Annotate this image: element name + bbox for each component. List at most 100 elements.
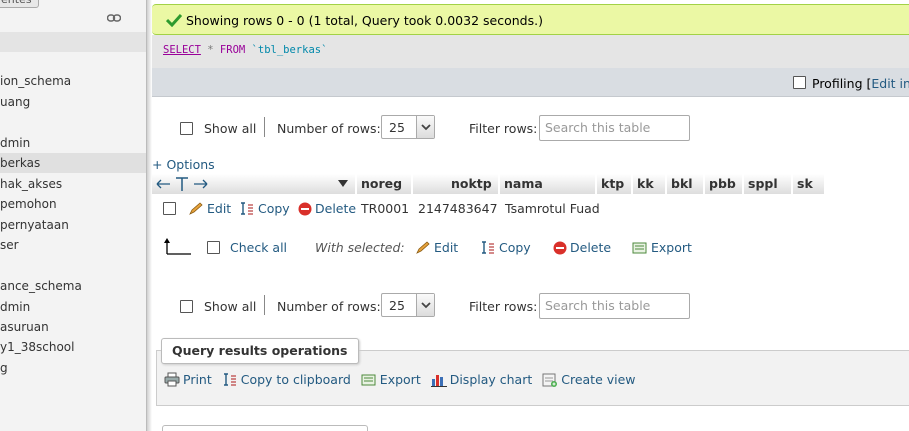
column-header-bkl[interactable]: bkl: [667, 174, 704, 194]
export-link[interactable]: Export: [361, 372, 425, 387]
rows-per-page-value: 25: [389, 120, 405, 135]
copy-icon: [223, 373, 236, 386]
chevron-down-icon[interactable]: [416, 294, 434, 316]
copy-icon: [241, 202, 253, 215]
sidebar-item-table[interactable]: dmin: [0, 133, 146, 153]
create-view-link[interactable]: Create view: [542, 372, 636, 387]
check-all-label[interactable]: Check all: [230, 240, 287, 255]
display-chart-link[interactable]: Display chart: [430, 372, 537, 387]
cell-noktp[interactable]: 2147483647: [418, 201, 498, 216]
column-header-sk[interactable]: sk: [793, 174, 825, 194]
filter-rows-label: Filter rows:: [469, 121, 538, 136]
row-delete-button[interactable]: Delete: [298, 201, 356, 216]
column-header-ktp[interactable]: ktp: [597, 174, 632, 194]
delete-icon: [298, 202, 312, 216]
printer-icon: [164, 372, 180, 387]
print-link[interactable]: Print: [164, 372, 216, 387]
rows-per-page-select[interactable]: 25: [381, 115, 435, 139]
table-row: Edit Copy Delete TR0001 2147483647 Tsamr…: [152, 197, 612, 221]
profiling-label: Profiling [Edit inli: [812, 76, 909, 91]
sidebar-item-table[interactable]: pernyataan: [0, 215, 146, 235]
sql-table-name: `tbl_berkas`: [251, 44, 328, 56]
query-results-operations-links: Print Copy to clipboard Export Display c…: [164, 372, 642, 387]
filter-rows-label: Filter rows:: [469, 299, 538, 314]
sidebar-item-table[interactable]: hak_akses: [0, 174, 146, 194]
bulk-copy-label: Copy: [499, 240, 531, 255]
rows-per-page-value: 25: [389, 298, 405, 313]
sidebar-item-db[interactable]: ance_schema: [0, 276, 146, 296]
export-icon: [632, 242, 647, 254]
column-header-nama[interactable]: nama: [500, 174, 596, 194]
sidebar-item-db[interactable]: asuruan: [0, 317, 146, 337]
sidebar-item-db[interactable]: g: [0, 358, 146, 378]
sidebar-band: [0, 32, 146, 52]
edit-inline-link[interactable]: Edit inli: [871, 76, 909, 91]
bulk-export-button[interactable]: Export: [632, 240, 692, 255]
row-checkbox[interactable]: [163, 202, 176, 215]
sql-keyword-from: FROM: [219, 44, 246, 56]
checkmark-icon: [166, 13, 182, 27]
link-icon[interactable]: [107, 13, 121, 23]
sql-query: SELECT * FROM `tbl_berkas`: [163, 44, 327, 56]
sidebar-item-db[interactable]: uang: [0, 92, 146, 112]
row-copy-button[interactable]: Copy: [239, 201, 290, 216]
column-header-kk[interactable]: kk: [633, 174, 666, 194]
chevron-down-icon[interactable]: [416, 116, 434, 138]
bulk-copy-button[interactable]: Copy: [480, 240, 531, 255]
navigation-sidebar: entes ion_schema uang dmin berkas hak_ak…: [0, 0, 147, 431]
cell-nama[interactable]: Tsamrotul Fuad: [505, 201, 600, 216]
column-header-noreg[interactable]: noreg: [357, 174, 412, 194]
show-all-label[interactable]: Show all: [204, 121, 256, 136]
delete-icon: [553, 241, 567, 255]
sidebar-item-table[interactable]: pemohon: [0, 194, 146, 214]
row-edit-button[interactable]: Edit: [188, 201, 231, 216]
filter-rows-input[interactable]: Search this table: [539, 293, 690, 319]
show-all-checkbox[interactable]: [180, 300, 193, 313]
filter-rows-input[interactable]: Search this table: [539, 115, 690, 141]
copy-to-clipboard-label: Copy to clipboard: [240, 372, 351, 387]
create-view-icon: [542, 373, 558, 387]
sidebar-item-db[interactable]: ion_schema: [0, 71, 146, 91]
bulk-edit-button[interactable]: Edit: [415, 240, 458, 255]
copy-to-clipboard-link[interactable]: Copy to clipboard: [222, 372, 355, 387]
next-section-box: [162, 425, 368, 431]
separator: [264, 295, 265, 315]
success-message: Showing rows 0 - 0 (1 total, Query took …: [152, 4, 909, 35]
bulk-edit-label: Edit: [434, 240, 459, 255]
pencil-icon: [416, 241, 430, 254]
sort-dropdown-icon[interactable]: [338, 180, 348, 188]
sql-keyword-select[interactable]: SELECT: [163, 44, 201, 56]
sidebar-item-db[interactable]: y1_38school: [0, 337, 146, 357]
with-selected-label: With selected:: [315, 240, 405, 255]
sidebar-item-table[interactable]: ser: [0, 235, 146, 255]
column-header-pbb[interactable]: pbb: [705, 174, 743, 194]
row-delete-label: Delete: [315, 201, 357, 216]
bar-chart-icon: [430, 375, 447, 387]
sql-star: *: [207, 44, 214, 56]
pencil-icon: [189, 202, 203, 215]
bulk-actions-row: Check all With selected: Edit Copy Delet…: [152, 237, 712, 259]
show-all-checkbox[interactable]: [180, 122, 193, 135]
column-header-sppl[interactable]: sppl: [744, 174, 792, 194]
sidebar-tab-favorites[interactable]: entes: [0, 0, 39, 8]
export-icon: [361, 374, 376, 386]
column-expand-arrows-icon[interactable]: [156, 176, 208, 192]
sidebar-item-db[interactable]: dmin: [0, 297, 146, 317]
check-all-checkbox[interactable]: [207, 241, 220, 254]
success-text: Showing rows 0 - 0 (1 total, Query took …: [186, 13, 543, 28]
profiling-checkbox[interactable]: [793, 76, 806, 89]
display-chart-label: Display chart: [449, 372, 533, 387]
bulk-delete-label: Delete: [570, 240, 612, 255]
sidebar-item-table-selected[interactable]: berkas: [0, 153, 146, 173]
row-edit-label: Edit: [207, 201, 232, 216]
show-all-label[interactable]: Show all: [204, 299, 256, 314]
column-header-actions: [152, 174, 356, 194]
main-content: Showing rows 0 - 0 (1 total, Query took …: [152, 0, 909, 431]
rows-per-page-select[interactable]: 25: [381, 293, 435, 317]
bulk-delete-button[interactable]: Delete: [553, 240, 611, 255]
number-of-rows-label: Number of rows:: [277, 299, 381, 314]
column-header-noktp[interactable]: noktp: [413, 174, 499, 194]
options-toggle-link[interactable]: + Options: [152, 157, 215, 172]
profiling-bar: Profiling [Edit inli: [152, 68, 909, 97]
cell-noreg[interactable]: TR0001: [361, 201, 409, 216]
